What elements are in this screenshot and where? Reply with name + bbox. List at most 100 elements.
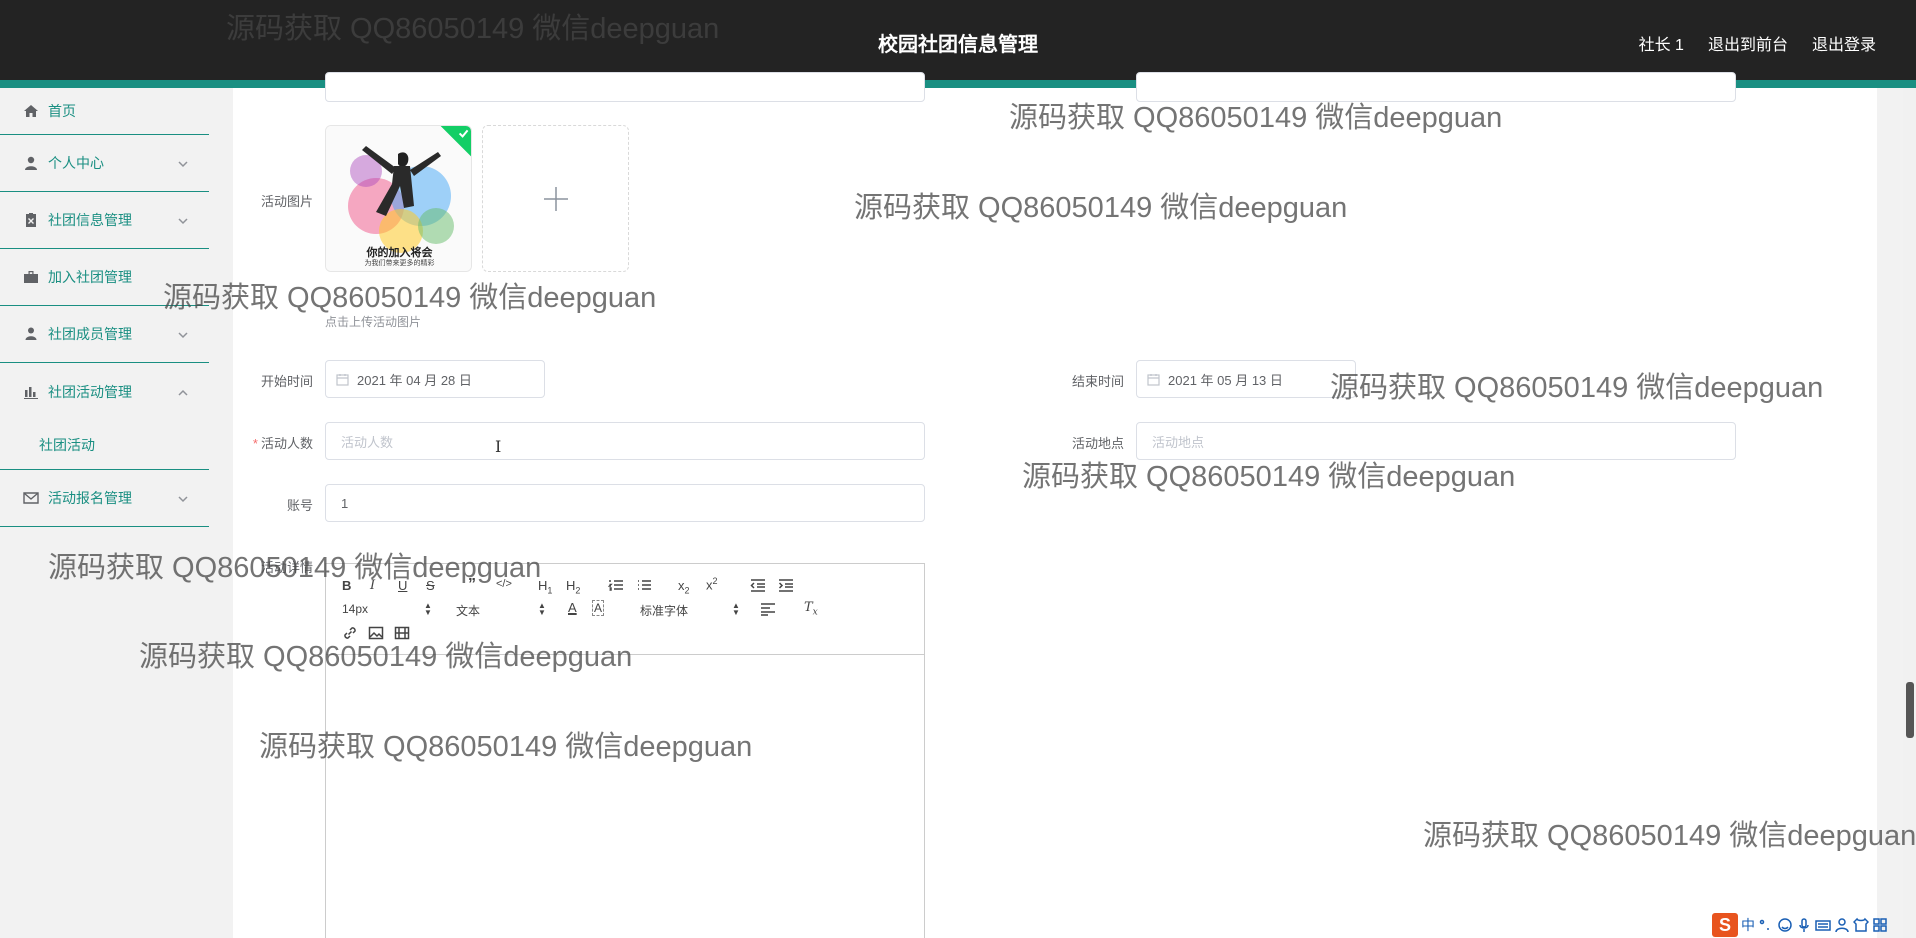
align-left-icon	[761, 603, 775, 616]
top-links: 社长 1 退出到前台 退出登录	[1639, 31, 1876, 55]
logout-link[interactable]: 退出登录	[1812, 31, 1876, 55]
heading-value: 文本	[456, 604, 481, 618]
rich-text-editor[interactable]: B I U S ” </> H1 H2 x2 x2 14px ▲ ▼ 文本 ▲ ▼ A …	[325, 563, 925, 938]
editor-toolbar: B I U S ” </> H1 H2 x2 x2 14px ▲ ▼ 文本 ▲ ▼ A …	[326, 564, 924, 655]
check-icon	[458, 129, 469, 138]
ordered-list-icon	[607, 580, 623, 591]
back-to-frontend-link[interactable]: 退出到前台	[1708, 31, 1788, 55]
background-color-button[interactable]: A	[592, 600, 605, 616]
sidebar-item-club-members[interactable]: 社团成员管理	[0, 306, 209, 363]
sidebar-item-club-activities[interactable]: 社团活动管理	[0, 363, 209, 420]
end-time-picker[interactable]: 2021 年 05 月 13 日	[1136, 360, 1356, 398]
mail-icon	[22, 489, 40, 507]
sidebar-subitem-activities[interactable]: 社团活动	[0, 420, 209, 470]
heading-1-button[interactable]: H1	[538, 578, 552, 596]
ime-skin-icon[interactable]	[1852, 917, 1870, 933]
video-icon	[394, 626, 410, 640]
start-time-value: 2021 年 04 月 28 日	[357, 372, 472, 388]
start-time-label: 开始时间	[260, 374, 313, 389]
sidebar-item-registration[interactable]: 活动报名管理	[0, 470, 209, 527]
ime-microphone-icon[interactable]	[1796, 917, 1812, 933]
app-title: 校园社团信息管理	[878, 34, 1038, 56]
image-button[interactable]	[368, 625, 384, 644]
user-icon	[22, 154, 40, 172]
scrollbar-thumb[interactable]	[1906, 682, 1914, 738]
bar-chart-icon	[22, 383, 40, 401]
location-label: 活动地点	[1071, 436, 1124, 451]
location-input[interactable]: 活动地点	[1136, 422, 1736, 460]
image-icon	[368, 626, 384, 640]
select-arrows-icon: ▲ ▼	[424, 601, 432, 617]
home-icon	[22, 102, 40, 120]
ordered-list-button[interactable]	[607, 577, 624, 596]
strike-button[interactable]: S	[426, 578, 435, 593]
poster-subtitle: 为我们带来更多的精彩	[364, 260, 435, 267]
code-block-button[interactable]: </>	[496, 578, 512, 590]
indent-icon	[778, 579, 793, 592]
underline-button[interactable]: U	[398, 578, 407, 593]
required-asterisk: *	[252, 436, 258, 451]
sidebar-item-personal-center[interactable]: 个人中心	[0, 135, 209, 192]
participant-count-label: * 活动人数	[233, 433, 313, 452]
superscript-button[interactable]: x2	[706, 576, 718, 592]
chevron-down-icon	[177, 214, 189, 226]
font-family-picker[interactable]: 标准字体 ▲ ▼	[640, 602, 740, 619]
sidebar-item-label: 社团成员管理	[48, 326, 132, 342]
text-color-button[interactable]: A	[568, 600, 577, 615]
bullet-list-button[interactable]	[636, 577, 652, 596]
upload-add-button[interactable]	[482, 125, 629, 272]
ime-language[interactable]: 中	[1741, 915, 1755, 935]
clear-format-button[interactable]: Tx	[804, 600, 818, 618]
sidebar-item-label: 社团信息管理	[48, 212, 132, 228]
ime-toolbar[interactable]: S 中	[1712, 912, 1916, 938]
subscript-button[interactable]: x2	[678, 578, 690, 596]
select-arrows-icon: ▲ ▼	[538, 601, 546, 617]
participant-count-input[interactable]: 活动人数	[325, 422, 925, 460]
bullet-list-icon	[638, 580, 651, 590]
video-button[interactable]	[394, 625, 410, 644]
end-time-label: 结束时间	[1071, 374, 1124, 389]
person-icon	[22, 325, 40, 343]
font-size-picker[interactable]: 14px ▲ ▼	[342, 601, 432, 617]
image-label: 活动图片	[260, 194, 313, 209]
outdent-button[interactable]	[750, 577, 766, 596]
outdent-icon	[750, 579, 765, 592]
indent-button[interactable]	[778, 577, 794, 596]
watermark-text: 源码获取 QQ86050149 微信deepguan	[1423, 820, 1916, 852]
sidebar-item-club-info[interactable]: 社团信息管理	[0, 192, 209, 249]
calendar-icon	[336, 373, 349, 386]
sidebar-item-label: 加入社团管理	[48, 269, 132, 285]
italic-button[interactable]: I	[370, 578, 375, 593]
uploaded-image[interactable]: 你的加入将会 为我们带来更多的精彩	[325, 125, 472, 272]
sidebar-item-join-club[interactable]: 加入社团管理	[0, 249, 209, 306]
ime-grid-icon[interactable]	[1872, 917, 1888, 933]
upload-hint: 点击上传活动图片	[325, 315, 422, 329]
font-family-value: 标准字体	[640, 604, 689, 618]
ime-logo-icon: S	[1712, 913, 1738, 937]
start-time-picker[interactable]: 2021 年 04 月 28 日	[325, 360, 545, 398]
link-button[interactable]	[342, 625, 358, 644]
user-name-link[interactable]: 社长 1	[1639, 31, 1684, 55]
cut-off-field-right[interactable]	[1136, 72, 1736, 102]
account-input[interactable]: 1	[325, 484, 925, 522]
sidebar-item-home[interactable]: 首页	[0, 88, 209, 135]
account-label: 账号	[286, 498, 313, 513]
align-button[interactable]	[760, 601, 776, 620]
ime-keyboard-icon[interactable]	[1815, 917, 1831, 933]
chevron-down-icon	[177, 328, 189, 340]
heading-2-button[interactable]: H2	[566, 578, 580, 596]
ime-emoji-icon[interactable]	[1777, 917, 1793, 933]
ime-punctuation-icon[interactable]	[1758, 917, 1774, 933]
sidebar-item-label: 活动报名管理	[48, 490, 132, 506]
text-cursor-icon: I	[495, 437, 502, 456]
font-size-value: 14px	[342, 602, 369, 616]
cut-off-field-left[interactable]	[325, 72, 925, 102]
plus-icon	[543, 186, 568, 211]
bold-button[interactable]: B	[342, 578, 351, 593]
heading-picker[interactable]: 文本 ▲ ▼	[456, 602, 546, 619]
link-icon	[344, 627, 356, 639]
sidebar-item-label: 首页	[48, 103, 76, 119]
blockquote-button[interactable]: ”	[468, 576, 476, 594]
ime-user-icon[interactable]	[1834, 917, 1850, 933]
scrollbar-track[interactable]	[1903, 88, 1916, 938]
